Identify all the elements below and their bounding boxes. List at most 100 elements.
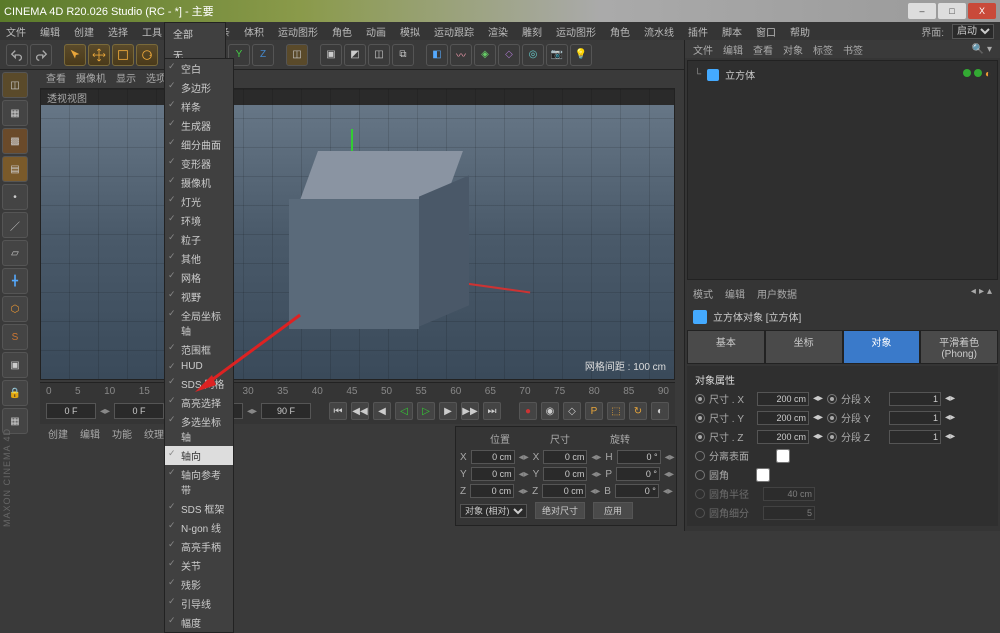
cube-primitive-icon[interactable]: ◧ — [426, 44, 448, 66]
attr-up-icon[interactable]: ▴ — [987, 286, 992, 301]
frame-current[interactable] — [114, 403, 164, 419]
render-view-icon[interactable]: ▣ — [320, 44, 342, 66]
filter-item-9[interactable]: 粒子 — [165, 230, 233, 249]
seg-z-input[interactable] — [889, 430, 941, 444]
separate-radio[interactable] — [695, 451, 705, 461]
frame-total[interactable] — [261, 403, 311, 419]
menu-3[interactable]: 选择 — [108, 24, 128, 39]
filter-item-24[interactable]: 关节 — [165, 556, 233, 575]
autokey-icon[interactable]: ◉ — [541, 402, 559, 420]
move-tool[interactable] — [88, 44, 110, 66]
rtab-3[interactable]: 查看 — [753, 42, 773, 57]
record-icon[interactable]: ● — [519, 402, 537, 420]
render-queue-icon[interactable]: ⧉ — [392, 44, 414, 66]
filter-item-11[interactable]: 网格 — [165, 268, 233, 287]
fillet-radio[interactable] — [695, 470, 705, 480]
lowtab-1[interactable]: 编辑 — [80, 426, 100, 444]
light-icon[interactable]: 💡 — [570, 44, 592, 66]
render-settings-icon[interactable]: ◫ — [368, 44, 390, 66]
seg-y-input[interactable] — [889, 411, 941, 425]
interface-dropdown[interactable]: 启动 — [952, 24, 994, 39]
fillet-checkbox[interactable] — [737, 468, 789, 482]
filter-item-7[interactable]: 灯光 — [165, 192, 233, 211]
menu-8[interactable]: 运动图形 — [278, 24, 318, 39]
attr-tab-3[interactable]: 平滑着色(Phong) — [920, 330, 998, 364]
segx-radio[interactable] — [827, 394, 837, 404]
size-z-input[interactable] — [757, 430, 809, 444]
menu-11[interactable]: 模拟 — [400, 24, 420, 39]
menu-21[interactable]: 帮助 — [790, 24, 810, 39]
polygon-mode-icon[interactable]: ▱ — [2, 240, 28, 266]
menu-10[interactable]: 动画 — [366, 24, 386, 39]
filter-icon[interactable]: ▾ — [987, 44, 992, 55]
vptab-3[interactable]: 选项 — [146, 70, 166, 88]
rtab-4[interactable]: 编辑 — [723, 42, 743, 57]
visibility-editor-icon[interactable] — [963, 69, 971, 77]
filter-item-23[interactable]: 高亮手柄 — [165, 537, 233, 556]
vptab-1[interactable]: 摄像机 — [76, 70, 106, 88]
lowtab-2[interactable]: 功能 — [112, 426, 132, 444]
undo-button[interactable] — [6, 44, 28, 66]
pos-Z[interactable] — [470, 484, 514, 498]
tweak-icon[interactable]: ⬡ — [2, 296, 28, 322]
axis-mode-icon[interactable]: ╋ — [2, 268, 28, 294]
vptab-0[interactable]: 查看 — [46, 70, 66, 88]
menu-16[interactable]: 角色 — [610, 24, 630, 39]
menu-4[interactable]: 工具 — [142, 24, 162, 39]
vptab-2[interactable]: 显示 — [116, 70, 136, 88]
filter-item-0[interactable]: 空白 — [165, 59, 233, 78]
filter-item-19[interactable]: 轴向 — [165, 446, 233, 465]
model-mode-icon[interactable]: ▦ — [2, 100, 28, 126]
workplane-icon[interactable]: ▤ — [2, 156, 28, 182]
menu-12[interactable]: 运动跟踪 — [434, 24, 474, 39]
minimize-button[interactable]: – — [908, 3, 936, 19]
filter-item-5[interactable]: 变形器 — [165, 154, 233, 173]
timeline-ruler[interactable]: 051015202530354045505560657075808590 — [40, 383, 675, 399]
lowtab-0[interactable]: 创建 — [48, 426, 68, 444]
key-rotation-icon[interactable]: ↻ — [629, 402, 647, 420]
edge-mode-icon[interactable]: ／ — [2, 212, 28, 238]
rot-B[interactable] — [615, 484, 659, 498]
apply-button[interactable]: 应用 — [593, 502, 633, 519]
attr-tab-1[interactable]: 坐标 — [765, 330, 843, 364]
sizey-radio[interactable] — [695, 413, 705, 423]
sizex-radio[interactable] — [695, 394, 705, 404]
filter-item-26[interactable]: 引导线 — [165, 594, 233, 613]
filter-item-12[interactable]: 视野 — [165, 287, 233, 306]
phong-tag-icon[interactable]: ◐ — [985, 69, 991, 80]
scale-tool[interactable] — [112, 44, 134, 66]
key-position-icon[interactable]: P — [585, 402, 603, 420]
filter-item-22[interactable]: N-gon 线 — [165, 518, 233, 537]
menu-17[interactable]: 流水线 — [644, 24, 674, 39]
attr-next-icon[interactable]: ▸ — [979, 286, 984, 301]
cube-object[interactable] — [289, 189, 434, 334]
key-scale-icon[interactable]: ⬚ — [607, 402, 625, 420]
attr-tab-0[interactable]: 基本 — [687, 330, 765, 364]
rot-P[interactable] — [616, 467, 660, 481]
key-param-icon[interactable]: ◐ — [651, 402, 669, 420]
filter-item-10[interactable]: 其他 — [165, 249, 233, 268]
next-frame-icon[interactable]: ▶ — [439, 402, 457, 420]
lock-icon[interactable]: 🔒 — [2, 380, 28, 406]
lowtab-3[interactable]: 纹理 — [144, 426, 164, 444]
segy-radio[interactable] — [827, 413, 837, 423]
filter-item-2[interactable]: 样条 — [165, 97, 233, 116]
menu-13[interactable]: 渲染 — [488, 24, 508, 39]
menu-all[interactable]: 全部 — [165, 23, 225, 44]
keyframe-sel-icon[interactable]: ◇ — [563, 402, 581, 420]
search-icon[interactable]: 🔍 — [972, 44, 984, 55]
redo-button[interactable] — [30, 44, 52, 66]
size-X[interactable] — [543, 450, 587, 464]
menu-14[interactable]: 雕刻 — [522, 24, 542, 39]
object-row[interactable]: └ 立方体 ◐ — [692, 65, 993, 84]
viewport-solo-icon[interactable]: ▣ — [2, 352, 28, 378]
attrhead-2[interactable]: 模式 — [693, 286, 713, 301]
deformer-icon[interactable]: ◇ — [498, 44, 520, 66]
filter-item-8[interactable]: 环境 — [165, 211, 233, 230]
perspective-viewport[interactable]: 透视视图 网格间距 : 100 cm — [40, 88, 675, 380]
rtab-1[interactable]: 标签 — [813, 42, 833, 57]
menu-7[interactable]: 体积 — [244, 24, 264, 39]
filter-item-21[interactable]: SDS 框架 — [165, 499, 233, 518]
rtab-0[interactable]: 书签 — [843, 42, 863, 57]
filter-item-27[interactable]: 幅度 — [165, 613, 233, 632]
